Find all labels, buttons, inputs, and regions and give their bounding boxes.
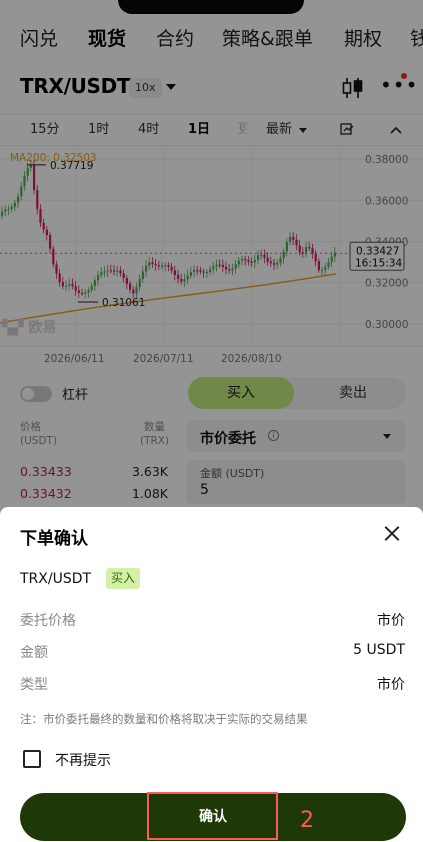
sheet-title: 下单确认	[20, 529, 88, 549]
side-badge: 买入	[106, 568, 141, 589]
note-text: 注：市价委托最终的数量和价格将取决于实际的交易结果	[20, 712, 308, 726]
dont-remind-label[interactable]: 不再提示	[55, 750, 111, 770]
row-label-type: 类型	[20, 677, 48, 693]
row-label-amount: 金额	[20, 645, 48, 661]
row-value-type: 市价	[377, 677, 405, 693]
row-label-price: 委托价格	[20, 613, 76, 629]
step-number: 2	[300, 808, 314, 833]
dont-remind-checkbox[interactable]	[23, 750, 41, 768]
row-value-amount: 5 USDT	[353, 642, 405, 658]
close-icon[interactable]	[380, 522, 404, 546]
row-value-price: 市价	[377, 613, 405, 629]
step-highlight-box	[147, 792, 278, 840]
sheet-pair: TRX/USDT	[20, 571, 92, 587]
trade-screen: 闪兑 现货 合约 策略&跟单 期权 钱 TRX/USDT 10x ••• 15分…	[0, 0, 423, 842]
